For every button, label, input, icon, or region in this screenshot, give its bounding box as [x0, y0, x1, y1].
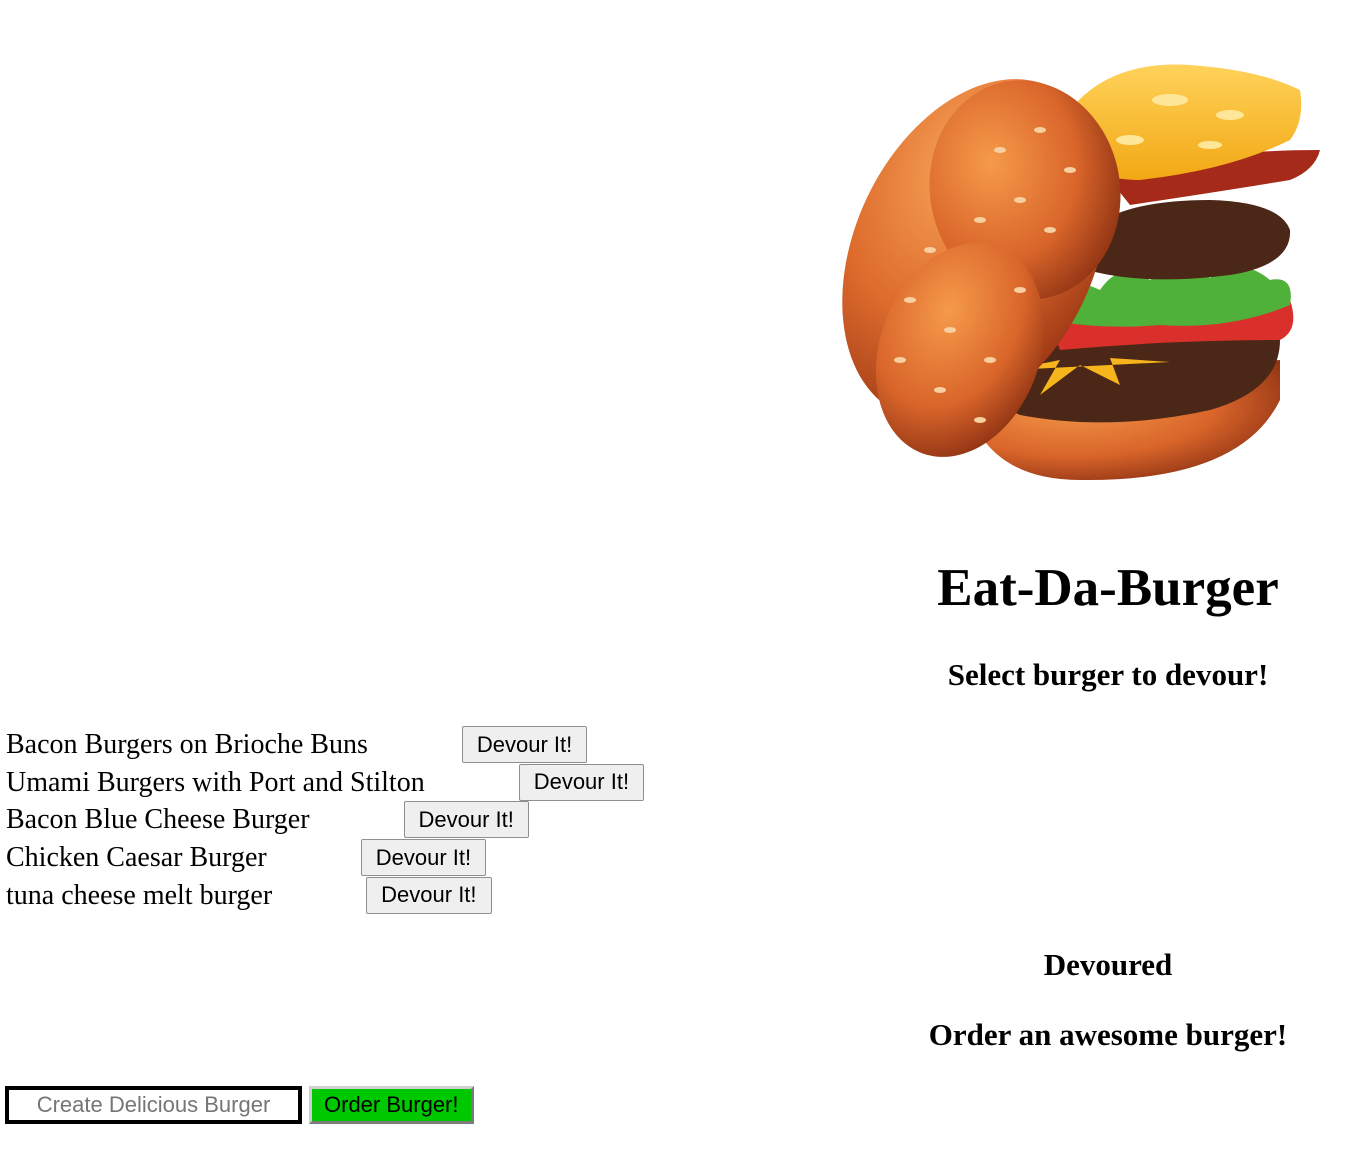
burger-illustration-icon	[842, 64, 1320, 481]
list-item: Bacon Burgers on Brioche Buns Devour It!	[6, 726, 644, 764]
page-title: Eat-Da-Burger	[937, 559, 1279, 617]
hero-burger-image	[810, 40, 1350, 490]
devour-button[interactable]: Devour It!	[360, 839, 487, 877]
devoured-heading: Devoured	[1043, 947, 1173, 982]
order-heading: Order an awesome burger!	[928, 1017, 1288, 1052]
order-form: Order Burger!	[5, 1086, 474, 1124]
devour-button[interactable]: Devour It!	[461, 726, 588, 764]
select-burger-heading: Select burger to devour!	[947, 657, 1269, 692]
list-item: Chicken Caesar Burger Devour It!	[6, 839, 644, 877]
devour-button[interactable]: Devour It!	[518, 763, 645, 801]
list-item: tuna cheese melt burger Devour It!	[6, 876, 644, 914]
burger-name: tuna cheese melt burger	[6, 879, 273, 911]
order-burger-button[interactable]: Order Burger!	[309, 1086, 474, 1124]
devour-button[interactable]: Devour It!	[403, 801, 529, 839]
burger-name: Umami Burgers with Port and Stilton	[6, 766, 425, 798]
burger-list: Bacon Burgers on Brioche Buns Devour It!…	[6, 726, 645, 914]
burger-name: Chicken Caesar Burger	[6, 842, 267, 874]
burger-name-input[interactable]	[5, 1086, 302, 1124]
burger-name: Bacon Blue Cheese Burger	[6, 804, 310, 836]
list-item: Bacon Blue Cheese Burger Devour It!	[6, 801, 644, 839]
list-item: Umami Burgers with Port and Stilton Devo…	[6, 763, 645, 802]
devour-button[interactable]: Devour It!	[366, 876, 492, 914]
burger-name: Bacon Burgers on Brioche Buns	[6, 729, 368, 761]
